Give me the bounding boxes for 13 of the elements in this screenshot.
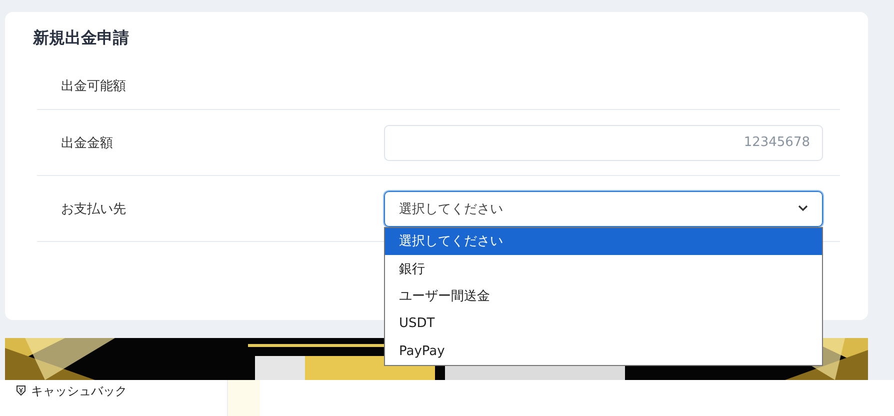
highlight-strip xyxy=(228,380,260,416)
dropdown-option[interactable]: 銀行 xyxy=(385,255,822,282)
select-field[interactable]: 選択してください xyxy=(384,190,823,226)
dropdown-option[interactable]: USDT xyxy=(385,310,822,338)
yen-shield-icon xyxy=(16,385,26,396)
dropdown-option[interactable]: ユーザー間送金 xyxy=(385,282,822,310)
field-label: お支払い先 xyxy=(61,200,127,218)
caret-icon xyxy=(798,205,808,212)
form-title: 新規出金申請 xyxy=(33,28,130,49)
field-label: 出金金額 xyxy=(61,134,114,152)
amount-input[interactable]: 12345678 xyxy=(384,124,823,160)
dropdown-option[interactable]: 選択してください xyxy=(385,228,822,255)
field-label: 出金可能額 xyxy=(61,78,127,95)
